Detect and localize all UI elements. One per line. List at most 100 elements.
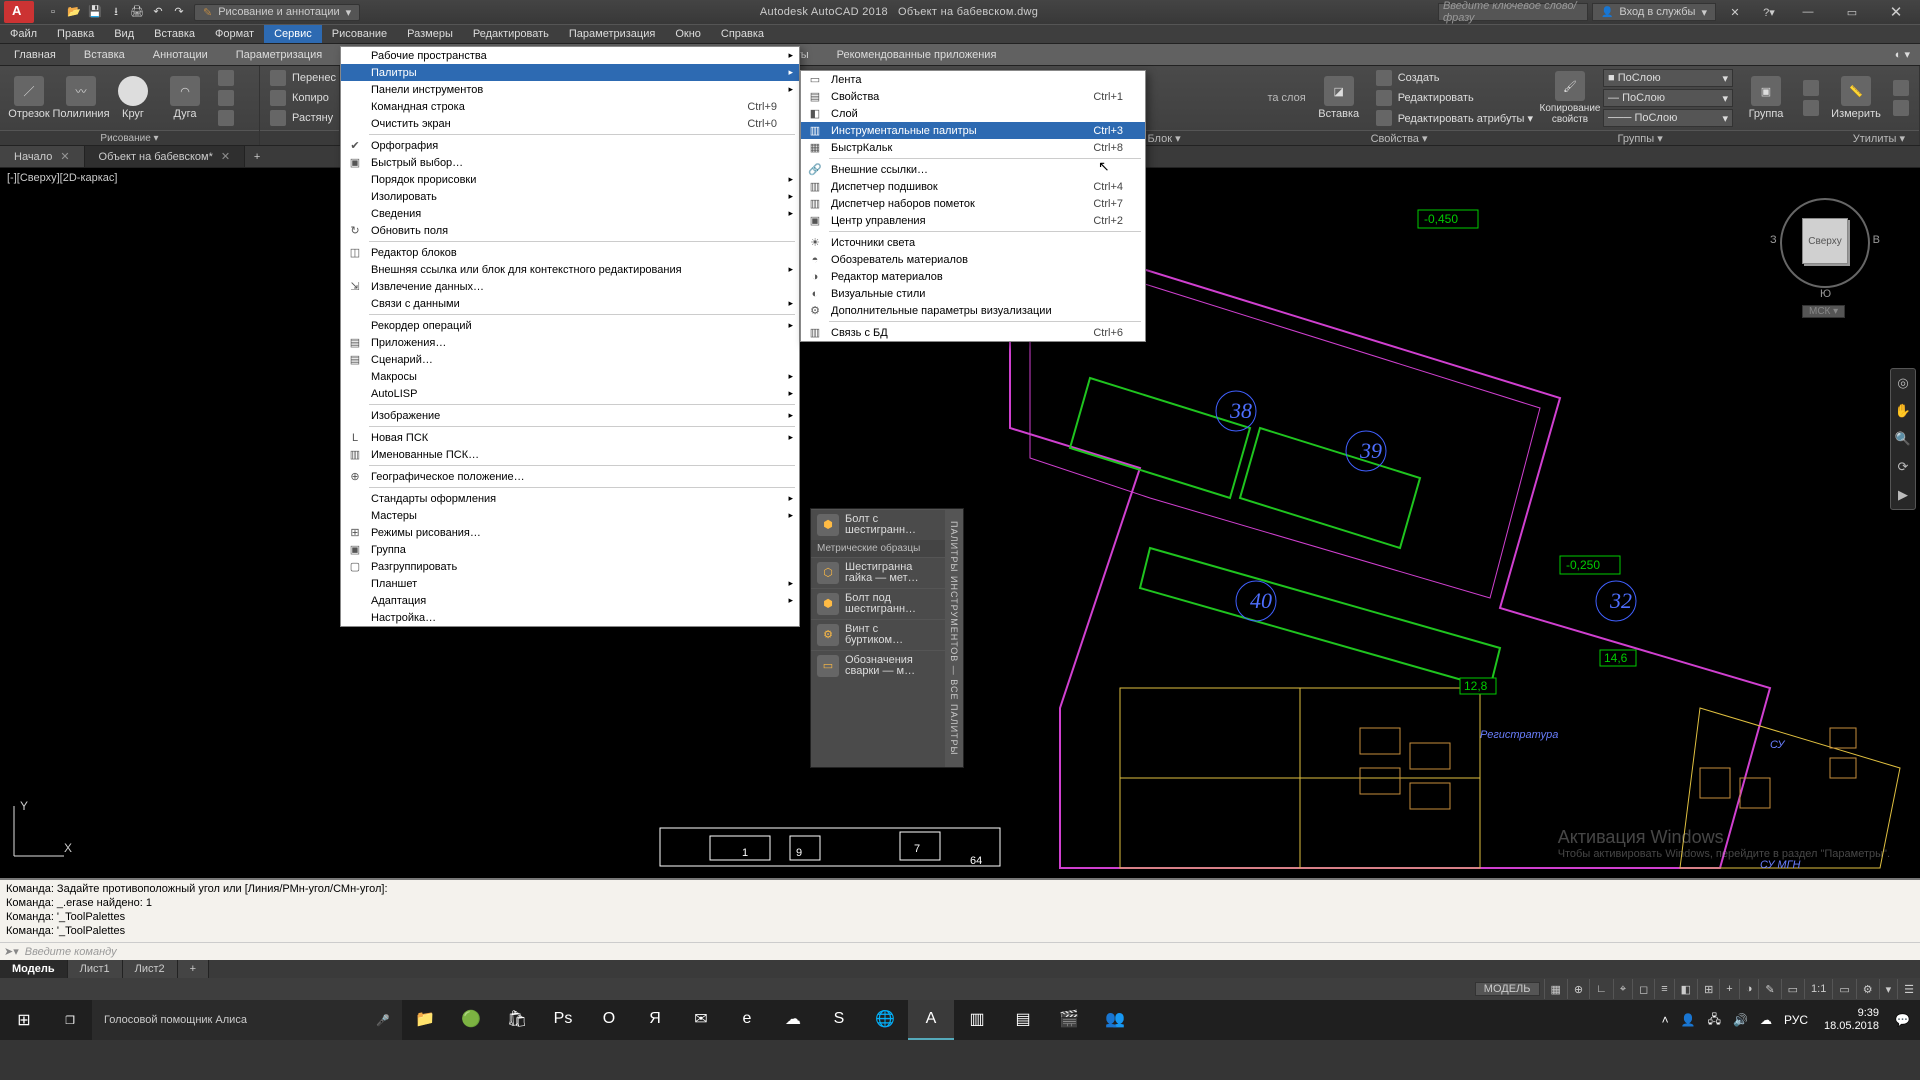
ribbon-tab-1[interactable]: Вставка — [70, 44, 139, 65]
taskbar-app-14[interactable]: 🎬 — [1046, 1000, 1092, 1040]
menu-row[interactable]: ▥Инструментальные палитрыCtrl+3 — [801, 122, 1145, 139]
menu-row[interactable]: ✔Орфография — [341, 137, 799, 154]
draw-extra-1[interactable] — [214, 69, 238, 87]
menu-row[interactable]: ◫Редактор блоков — [341, 244, 799, 261]
view-cube[interactable]: Сверху З В Ю МСК ▾ — [1770, 188, 1880, 318]
menu-row[interactable]: ⇲Извлечение данных… — [341, 278, 799, 295]
status-toggle-15[interactable]: ☰ — [1897, 979, 1920, 999]
nav-zoom-icon[interactable]: 🔍 — [1891, 425, 1915, 453]
status-toggle-10[interactable]: ✎ — [1758, 979, 1780, 999]
menu-row[interactable]: Палитры — [341, 64, 799, 81]
draw-extra-3[interactable] — [214, 109, 238, 127]
util-extra-1[interactable] — [1889, 79, 1913, 97]
taskbar-app-2[interactable]: 🛍 — [494, 1000, 540, 1040]
navigation-bar[interactable]: ◎ ✋ 🔍 ⟳ ▶ — [1890, 368, 1916, 510]
ribbon-tab-2[interactable]: Аннотации — [139, 44, 222, 65]
ribbon-tab-0[interactable]: Главная — [0, 44, 70, 65]
menu-row[interactable]: ▭Лента — [801, 71, 1145, 88]
file-tab-1[interactable]: Объект на бабевском*✕ — [85, 146, 246, 167]
qat-saveas-icon[interactable]: ⭳ — [107, 3, 125, 21]
taskbar-app-6[interactable]: ✉ — [678, 1000, 724, 1040]
close-button[interactable]: ✕ — [1876, 0, 1916, 24]
menu-item-1[interactable]: Правка — [47, 25, 104, 43]
menu-row[interactable]: ⊕Географическое положение… — [341, 468, 799, 485]
edit-attr-button[interactable]: Редактировать атрибуты ▾ — [1372, 109, 1537, 127]
menu-row[interactable]: ▤СвойстваCtrl+1 — [801, 88, 1145, 105]
menu-row[interactable]: ▤Сценарий… — [341, 351, 799, 368]
palettes-submenu[interactable]: ▭Лента▤СвойстваCtrl+1◧Слой▥Инструменталь… — [800, 70, 1146, 342]
util-extra-2[interactable] — [1889, 99, 1913, 117]
status-toggle-5[interactable]: ≡ — [1654, 979, 1673, 999]
status-scale[interactable]: 1:1 — [1804, 979, 1832, 999]
lineweight-combo[interactable]: — ПоСлою▾ — [1603, 89, 1733, 107]
menu-item-8[interactable]: Редактировать — [463, 25, 559, 43]
menu-row[interactable]: Мастеры — [341, 507, 799, 524]
menu-row[interactable]: 🔗Внешние ссылки… — [801, 161, 1145, 178]
group-extra-1[interactable] — [1799, 79, 1823, 97]
tray-up-icon[interactable]: ˄ — [1658, 1013, 1673, 1027]
app-logo-icon[interactable] — [4, 1, 34, 23]
help-icon[interactable]: ?▾ — [1754, 0, 1784, 27]
file-tab-0[interactable]: Начало✕ — [0, 146, 85, 167]
menu-row[interactable]: Связи с данными — [341, 295, 799, 312]
menu-row[interactable]: ◓Обозреватель материалов — [801, 251, 1145, 268]
arc-button[interactable]: ◠Дуга — [162, 76, 208, 120]
menu-item-4[interactable]: Формат — [205, 25, 264, 43]
tray-clock[interactable]: 9:3918.05.2018 — [1816, 1007, 1887, 1033]
status-toggle-13[interactable]: ⚙ — [1856, 979, 1879, 999]
menu-row[interactable]: Сведения — [341, 205, 799, 222]
menu-item-9[interactable]: Параметризация — [559, 25, 665, 43]
menu-row[interactable]: ▢Разгруппировать — [341, 558, 799, 575]
qat-redo-icon[interactable]: ↷ — [170, 3, 188, 21]
menu-row[interactable]: ⚙Дополнительные параметры визуализации — [801, 302, 1145, 319]
menu-row[interactable]: Внешняя ссылка или блок для контекстного… — [341, 261, 799, 278]
menu-item-3[interactable]: Вставка — [144, 25, 205, 43]
menu-row[interactable]: Командная строкаCtrl+9 — [341, 98, 799, 115]
menu-row[interactable]: Очистить экранCtrl+0 — [341, 115, 799, 132]
measure-button[interactable]: 📏Измерить — [1833, 76, 1879, 120]
qat-save-icon[interactable]: 💾 — [86, 3, 104, 21]
service-menu[interactable]: Рабочие пространстваПалитрыПанели инстру… — [340, 46, 800, 627]
menu-row[interactable]: Стандарты оформления — [341, 490, 799, 507]
ribbon-visibility[interactable]: ◐ ▾ — [1885, 44, 1920, 65]
menu-row[interactable]: Макросы — [341, 368, 799, 385]
menu-row[interactable]: ▣Быстрый выбор… — [341, 154, 799, 171]
menu-row[interactable]: ▥Связь с БДCtrl+6 — [801, 324, 1145, 341]
tool-palette[interactable]: ⬢Болт с шестигранн… Метрические образцы … — [810, 508, 964, 768]
menu-row[interactable]: Адаптация — [341, 592, 799, 609]
model-paper-toggle[interactable]: МОДЕЛЬ — [1475, 982, 1540, 996]
draw-extra-2[interactable] — [214, 89, 238, 107]
menu-row[interactable]: ◐Визуальные стили — [801, 285, 1145, 302]
layout-tab-2[interactable]: Лист2 — [123, 960, 178, 978]
palette-item[interactable]: ⬡Шестигранна гайка — мет… — [811, 557, 945, 588]
taskbar-app-11[interactable]: A — [908, 1000, 954, 1040]
status-toggle-0[interactable]: ▦ — [1544, 979, 1567, 999]
menu-row[interactable]: ▤Приложения… — [341, 334, 799, 351]
menu-item-5[interactable]: Сервис — [264, 25, 322, 43]
menu-row[interactable]: Рабочие пространства — [341, 47, 799, 64]
linetype-combo[interactable]: ─── ПоСлою▾ — [1603, 109, 1733, 127]
status-toggle-14[interactable]: ▾ — [1879, 979, 1898, 999]
exchange-icon[interactable]: ✕ — [1720, 0, 1750, 27]
menu-row[interactable]: ▦БыстрКалькCtrl+8 — [801, 139, 1145, 156]
status-toggle-6[interactable]: ◧ — [1674, 979, 1697, 999]
palette-item[interactable]: ⬢Болт под шестигранн… — [811, 588, 945, 619]
status-toggle-3[interactable]: ⌖ — [1613, 979, 1632, 999]
panel-title-utils[interactable]: Утилиты ▾ — [1853, 132, 1905, 145]
polyline-button[interactable]: 〰Полилиния — [58, 76, 104, 120]
qat-plot-icon[interactable]: 🖨 — [128, 3, 146, 21]
nav-pan-icon[interactable]: ✋ — [1891, 397, 1915, 425]
panel-title-draw[interactable]: Рисование ▾ — [0, 130, 259, 145]
taskbar-app-10[interactable]: 🌐 — [862, 1000, 908, 1040]
group-extra-2[interactable] — [1799, 99, 1823, 117]
palette-item[interactable]: ⬢Болт с шестигранн… — [811, 509, 945, 540]
taskbar-app-9[interactable]: S — [816, 1000, 862, 1040]
status-toggle-9[interactable]: ◑ — [1739, 979, 1759, 999]
status-toggle-12[interactable]: ▭ — [1832, 979, 1855, 999]
signin-button[interactable]: Вход в службы▾ — [1592, 3, 1716, 21]
create-block-button[interactable]: Создать — [1372, 69, 1537, 87]
status-toggle-8[interactable]: + — [1719, 979, 1738, 999]
maximize-button[interactable]: ▭ — [1832, 0, 1872, 24]
menu-item-7[interactable]: Размеры — [397, 25, 463, 43]
menu-row[interactable]: Порядок прорисовки — [341, 171, 799, 188]
